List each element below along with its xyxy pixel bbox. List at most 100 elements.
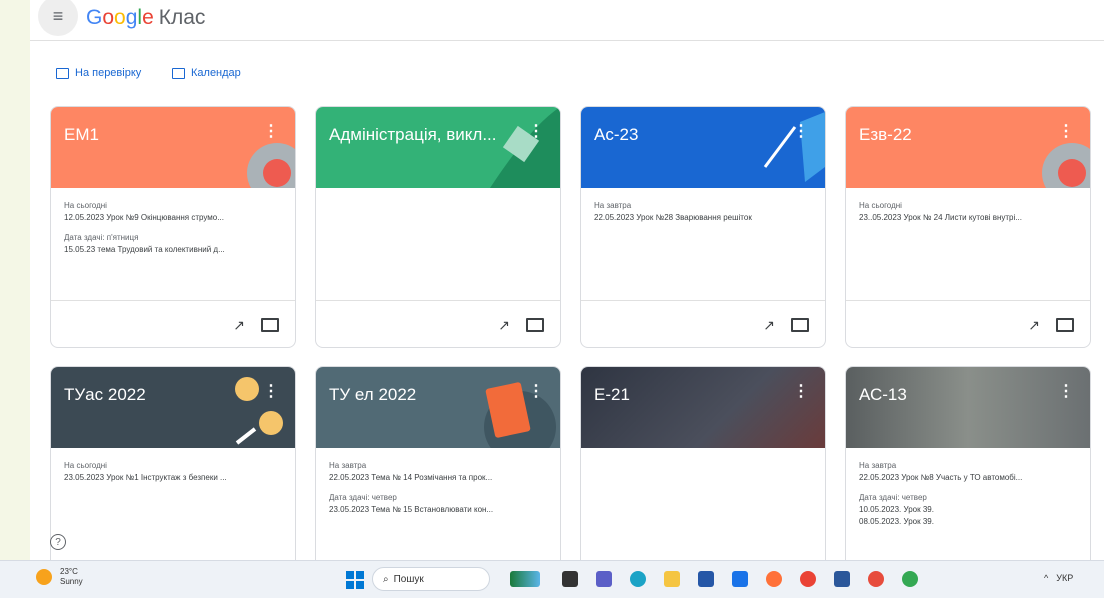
- due-label: На сьогодні: [64, 461, 107, 470]
- assignment-link[interactable]: 23.05.2023 Урок №1 Інструктаж з безпеки …: [64, 472, 282, 484]
- app-icon[interactable]: [698, 571, 714, 587]
- search-placeholder: Пошук: [393, 573, 424, 585]
- due-label: На завтра: [594, 201, 632, 210]
- card-footer: ↗: [846, 300, 1090, 347]
- card-title[interactable]: ТУ ел 2022: [329, 385, 416, 405]
- card-title[interactable]: Езв-22: [859, 125, 912, 145]
- review-label: На перевірку: [75, 67, 142, 79]
- folder-icon[interactable]: [261, 318, 279, 332]
- card-body: На завтра 22.05.2023 Урок №28 Зварювання…: [581, 188, 825, 224]
- more-vert-icon[interactable]: ⋮: [793, 121, 809, 141]
- card-banner: ТУас 2022 ⋮: [51, 367, 295, 448]
- left-edge: [0, 0, 30, 560]
- card-body: [581, 448, 825, 460]
- app-logo[interactable]: Google Клас: [86, 6, 205, 30]
- class-card-as23[interactable]: Ас-23 ⋮ На завтра 22.05.2023 Урок №28 Зв…: [580, 106, 826, 348]
- app-icon[interactable]: [868, 571, 884, 587]
- trending-icon[interactable]: ↗: [763, 317, 775, 334]
- class-card-admin[interactable]: Адміністрація, викл... ⋮ ↗: [315, 106, 561, 348]
- taskbar-search[interactable]: ⌕ Пошук: [372, 567, 490, 591]
- banner-illustration: [763, 112, 825, 182]
- firefox-icon[interactable]: [766, 571, 782, 587]
- sun-icon: [36, 569, 52, 585]
- review-icon: [56, 67, 69, 79]
- card-body: На сьогодні 23.05.2023 Урок №1 Інструкта…: [51, 448, 295, 484]
- assignment-link[interactable]: 12.05.2023 Урок №9 Окінцювання струмо...: [64, 212, 282, 224]
- assignment-link[interactable]: 08.05.2023. Урок 39.: [859, 516, 1077, 528]
- more-vert-icon[interactable]: ⋮: [263, 121, 279, 141]
- app-header: ≡ Google Клас: [30, 0, 1104, 41]
- folder-icon[interactable]: [526, 318, 544, 332]
- teams-icon[interactable]: [596, 571, 612, 587]
- app-icon[interactable]: [510, 571, 540, 587]
- app-icon[interactable]: [562, 571, 578, 587]
- assignment-link[interactable]: 22.05.2023 Тема № 14 Розмічання та прок.…: [329, 472, 547, 484]
- card-title[interactable]: ЕМ1: [64, 125, 99, 145]
- word-icon[interactable]: [834, 571, 850, 587]
- folder-icon[interactable]: [791, 318, 809, 332]
- chrome-icon[interactable]: [902, 571, 918, 587]
- card-title[interactable]: АС-13: [859, 385, 907, 405]
- class-card-tuas2022[interactable]: ТУас 2022 ⋮ На сьогодні 23.05.2023 Урок …: [50, 366, 296, 560]
- review-link[interactable]: На перевірку: [56, 67, 141, 79]
- more-vert-icon[interactable]: ⋮: [1058, 381, 1074, 401]
- card-title[interactable]: Е-21: [594, 385, 630, 405]
- trending-icon[interactable]: ↗: [498, 317, 510, 334]
- due-label: Дата здачі: четвер: [329, 493, 397, 502]
- class-card-ezv22[interactable]: Езв-22 ⋮ На сьогодні 23..05.2023 Урок № …: [845, 106, 1091, 348]
- assignment-link[interactable]: 22.05.2023 Урок №28 Зварювання решіток: [594, 212, 812, 224]
- due-label: На завтра: [329, 461, 367, 470]
- edge-icon[interactable]: [630, 571, 646, 587]
- class-card-as13[interactable]: АС-13 ⋮ На завтра 22.05.2023 Урок №8 Уча…: [845, 366, 1091, 560]
- class-card-e21[interactable]: Е-21 ⋮: [580, 366, 826, 560]
- class-card-tuel2022[interactable]: ТУ ел 2022 ⋮ На завтра 22.05.2023 Тема №…: [315, 366, 561, 560]
- banner-illustration: [484, 382, 556, 448]
- assignment-link[interactable]: 23..05.2023 Урок № 24 Листи кутові внутр…: [859, 212, 1077, 224]
- app-icon[interactable]: [732, 571, 748, 587]
- chrome-icon[interactable]: [800, 571, 816, 587]
- start-button[interactable]: [346, 571, 364, 589]
- product-name: Клас: [158, 6, 206, 29]
- more-vert-icon[interactable]: ⋮: [263, 381, 279, 401]
- trending-icon[interactable]: ↗: [1028, 317, 1040, 334]
- more-vert-icon[interactable]: ⋮: [528, 381, 544, 401]
- card-body: На завтра 22.05.2023 Тема № 14 Розмічанн…: [316, 448, 560, 516]
- folder-icon[interactable]: [1056, 318, 1074, 332]
- more-vert-icon[interactable]: ⋮: [528, 121, 544, 141]
- assignment-link[interactable]: 23.05.2023 Тема № 15 Встановлювати кон..…: [329, 504, 547, 516]
- language-indicator[interactable]: УКР: [1056, 573, 1073, 583]
- card-body: На сьогодні 23..05.2023 Урок № 24 Листи …: [846, 188, 1090, 224]
- banner-illustration: [247, 143, 295, 188]
- card-body: На сьогодні 12.05.2023 Урок №9 Окінцюван…: [51, 188, 295, 256]
- card-banner: АС-13 ⋮: [846, 367, 1090, 448]
- more-vert-icon[interactable]: ⋮: [793, 381, 809, 401]
- banner-illustration: [235, 377, 283, 445]
- more-vert-icon[interactable]: ⋮: [1058, 121, 1074, 141]
- due-label: На сьогодні: [859, 201, 902, 210]
- help-icon[interactable]: ?: [50, 534, 66, 550]
- card-banner: Е-21 ⋮: [581, 367, 825, 448]
- banner-illustration: [1042, 143, 1090, 188]
- due-label: Дата здачі: п'ятниця: [64, 233, 139, 242]
- class-card-em1[interactable]: ЕМ1 ⋮ На сьогодні 12.05.2023 Урок №9 Окі…: [50, 106, 296, 348]
- calendar-icon: [172, 67, 185, 79]
- card-banner: ЕМ1 ⋮: [51, 107, 295, 188]
- card-title[interactable]: Ас-23: [594, 125, 638, 145]
- card-title[interactable]: ТУас 2022: [64, 385, 146, 405]
- card-banner: ТУ ел 2022 ⋮: [316, 367, 560, 448]
- hamburger-icon[interactable]: ≡: [38, 0, 78, 36]
- weather-text: Sunny: [60, 577, 83, 586]
- assignment-link[interactable]: 22.05.2023 Урок №8 Участь у ТО автомобі.…: [859, 472, 1077, 484]
- weather-widget[interactable]: 23°C Sunny: [36, 567, 83, 587]
- assignment-link[interactable]: 15.05.23 тема Трудовий та колективний д.…: [64, 244, 282, 256]
- due-label: Дата здачі: четвер: [859, 493, 927, 502]
- explorer-icon[interactable]: [664, 571, 680, 587]
- trending-icon[interactable]: ↗: [233, 317, 245, 334]
- card-title[interactable]: Адміністрація, викл...: [329, 125, 497, 145]
- system-tray[interactable]: ^ УКР: [1044, 573, 1073, 583]
- calendar-link[interactable]: Календар: [172, 67, 241, 79]
- due-label: На завтра: [859, 461, 897, 470]
- assignment-link[interactable]: 10.05.2023. Урок 39.: [859, 504, 1077, 516]
- card-footer: ↗: [581, 300, 825, 347]
- chevron-up-icon[interactable]: ^: [1044, 573, 1048, 583]
